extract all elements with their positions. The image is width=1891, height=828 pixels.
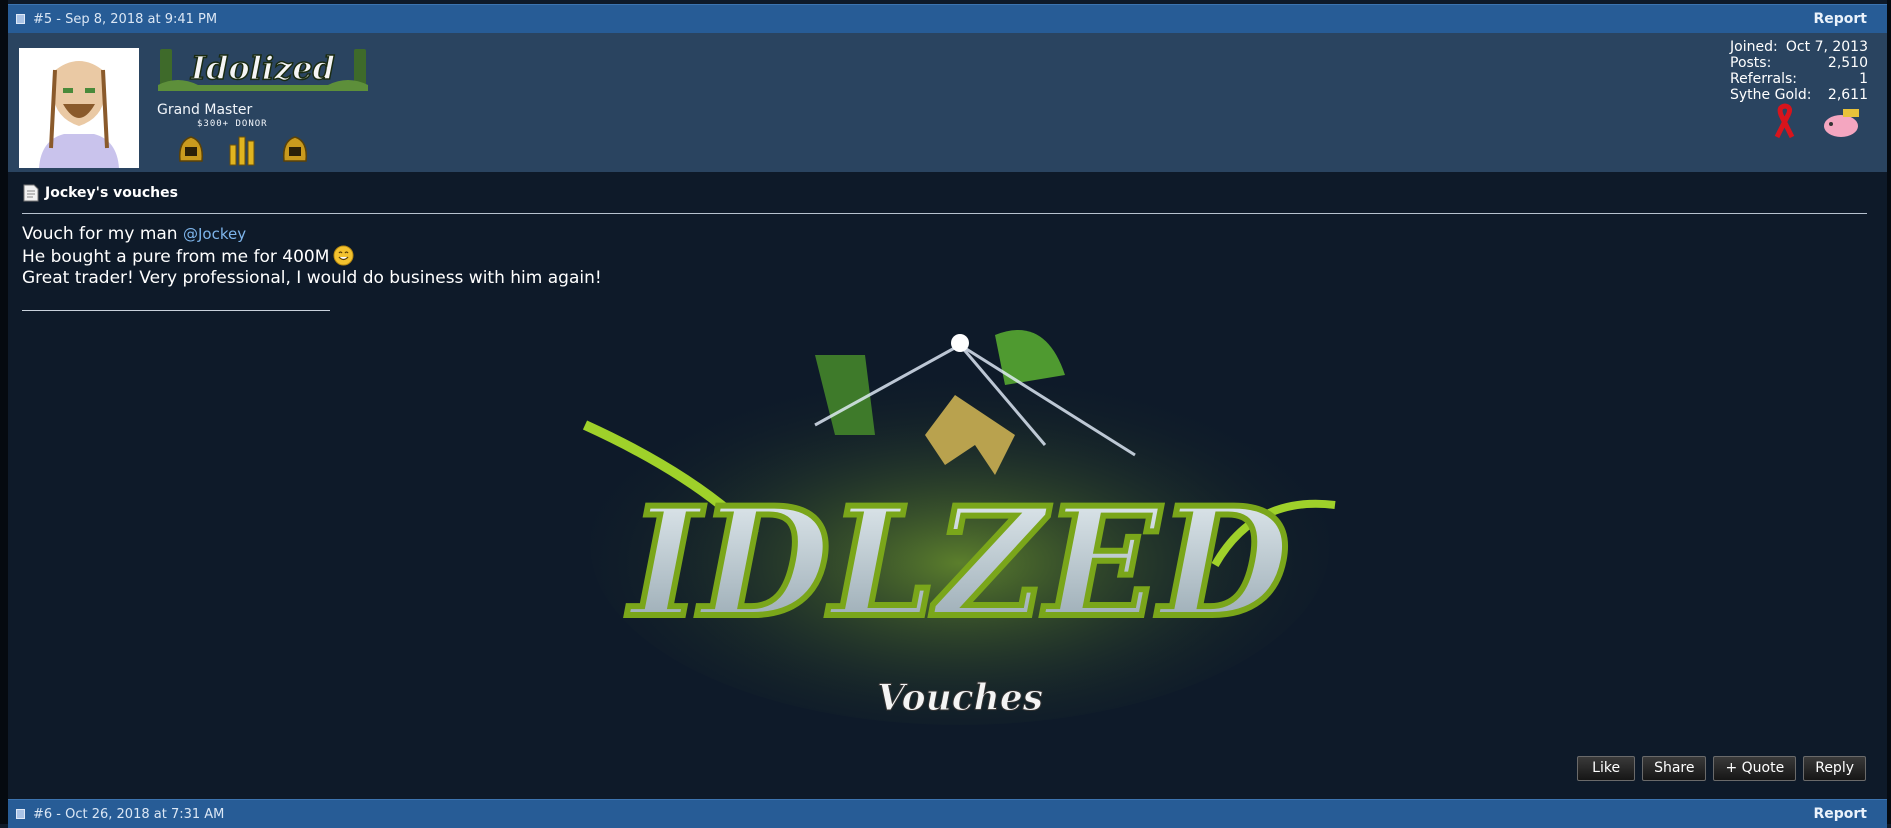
stat-label: Referrals: bbox=[1730, 71, 1797, 87]
post-permalink-icon[interactable] bbox=[16, 809, 25, 819]
post-header: #5 - Sep 8, 2018 at 9:41 PM Report bbox=[8, 4, 1887, 33]
helmet-badge-icon bbox=[178, 136, 204, 162]
message-text: He bought a pure from me for 400M bbox=[22, 247, 330, 267]
title-divider bbox=[22, 213, 1867, 214]
post-number-date[interactable]: #5 - Sep 8, 2018 at 9:41 PM bbox=[33, 12, 217, 27]
stat-posts: Posts: 2,510 bbox=[1730, 55, 1868, 71]
signature-logo-text: IDLZED bbox=[626, 475, 1290, 651]
usertitle-logo: Idolized bbox=[158, 48, 368, 91]
stat-label: Posts: bbox=[1730, 55, 1772, 71]
helmet-badge-icon bbox=[282, 136, 308, 162]
awareness-ribbon-icon bbox=[1774, 103, 1795, 139]
message-line: Vouch for my man @Jockey bbox=[22, 224, 602, 245]
stat-value: Oct 7, 2013 bbox=[1785, 39, 1868, 55]
post-permalink-icon[interactable] bbox=[16, 14, 25, 24]
post-message: Vouch for my man @Jockey He bought a pur… bbox=[22, 224, 602, 289]
donor-label: $300+ DONOR bbox=[197, 119, 268, 129]
smile-emoji-icon bbox=[333, 245, 354, 266]
message-line: He bought a pure from me for 400M bbox=[22, 245, 602, 268]
stat-sythe-gold: Sythe Gold: 2,611 bbox=[1730, 87, 1868, 103]
avatar[interactable] bbox=[19, 48, 139, 168]
message-text: Vouch for my man bbox=[22, 224, 183, 244]
piggy-bank-icon bbox=[1824, 109, 1859, 137]
left-frame-border bbox=[0, 0, 8, 824]
user-mention-link[interactable]: @Jockey bbox=[183, 225, 246, 243]
report-link[interactable]: Report bbox=[1813, 806, 1867, 822]
stat-value: 1 bbox=[1859, 71, 1868, 87]
trophy-icons bbox=[1767, 103, 1863, 139]
share-button[interactable]: Share bbox=[1642, 756, 1707, 781]
user-stats: Joined: Oct 7, 2013 Posts: 2,510 Referra… bbox=[1730, 39, 1868, 103]
quote-button[interactable]: + Quote bbox=[1713, 756, 1797, 781]
message-line: Great trader! Very professional, I would… bbox=[22, 268, 602, 288]
post-header-left: #5 - Sep 8, 2018 at 9:41 PM bbox=[16, 12, 217, 27]
stat-referrals: Referrals: 1 bbox=[1730, 71, 1868, 87]
post-title: Jockey's vouches bbox=[23, 184, 178, 202]
reply-button[interactable]: Reply bbox=[1803, 756, 1866, 781]
report-link[interactable]: Report bbox=[1813, 11, 1867, 27]
signature-subtitle-text: Vouches bbox=[877, 677, 1043, 719]
gold-coins-badge-icon bbox=[229, 136, 255, 166]
stat-label: Joined: bbox=[1730, 39, 1778, 55]
stat-value: 2,611 bbox=[1827, 87, 1868, 103]
usertitle-logo-text: Idolized bbox=[190, 49, 335, 87]
post-number-date[interactable]: #6 - Oct 26, 2018 at 7:31 AM bbox=[33, 807, 224, 822]
signature-banner-image: IDLZED Vouches bbox=[582, 330, 1336, 725]
badge-row bbox=[172, 131, 314, 169]
user-info-bar: Idolized Grand Master $300+ DONOR Joined… bbox=[8, 33, 1887, 172]
post-title-text: Jockey's vouches bbox=[45, 185, 178, 201]
signature-divider bbox=[22, 310, 330, 311]
stat-joined: Joined: Oct 7, 2013 bbox=[1730, 39, 1868, 55]
post-actions: Like Share + Quote Reply bbox=[1577, 756, 1866, 781]
document-icon bbox=[23, 184, 39, 202]
right-frame-border bbox=[1887, 0, 1891, 824]
like-button[interactable]: Like bbox=[1577, 756, 1636, 781]
post-header-left: #6 - Oct 26, 2018 at 7:31 AM bbox=[16, 807, 224, 822]
user-rank: Grand Master bbox=[157, 102, 253, 118]
stat-label: Sythe Gold: bbox=[1730, 87, 1812, 103]
stat-value[interactable]: 2,510 bbox=[1828, 55, 1868, 71]
